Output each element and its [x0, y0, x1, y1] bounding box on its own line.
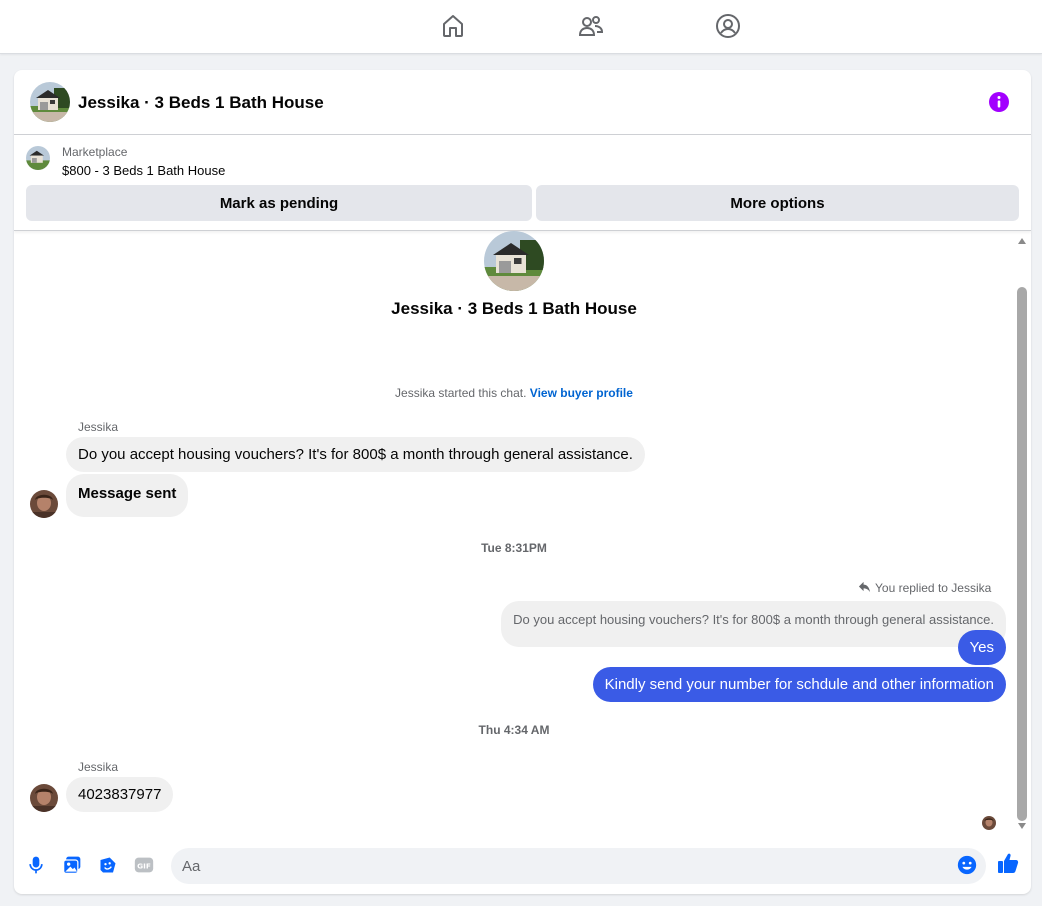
seen-avatar	[982, 816, 996, 830]
incoming-message[interactable]: 4023837977	[66, 777, 174, 812]
more-options-button[interactable]: More options	[536, 185, 1019, 221]
thread-avatar	[484, 231, 544, 291]
message-composer: GIF	[14, 841, 1031, 894]
like-icon[interactable]	[996, 851, 1020, 875]
view-buyer-profile-link[interactable]: View buyer profile	[530, 386, 633, 400]
info-icon[interactable]	[989, 92, 1009, 112]
friends-icon[interactable]	[576, 11, 606, 41]
timestamp: Tue 8:31PM	[481, 541, 547, 555]
message-thread: Jessika · 3 Beds 1 Bath House Jessika st…	[14, 231, 1014, 841]
outgoing-message[interactable]: Kindly send your number for schdule and …	[592, 667, 1006, 702]
chat-started-text: Jessika started this chat.	[395, 386, 527, 400]
marketplace-listing-bar: Marketplace $800 - 3 Beds 1 Bath House M…	[14, 135, 1031, 231]
top-navigation	[0, 0, 1042, 54]
profile-circle-icon[interactable]	[713, 11, 743, 41]
listing-price-title[interactable]: $800 - 3 Beds 1 Bath House	[62, 163, 225, 178]
gif-label: GIF	[137, 862, 151, 871]
avatar[interactable]	[30, 490, 58, 518]
gif-icon[interactable]: GIF	[132, 853, 156, 877]
home-icon[interactable]	[438, 11, 468, 41]
mark-as-pending-button[interactable]: Mark as pending	[26, 185, 532, 221]
scroll-down-arrow[interactable]	[1018, 823, 1026, 829]
chat-started-notice: Jessika started this chat. View buyer pr…	[14, 386, 1014, 400]
scroll-thumb[interactable]	[1017, 287, 1027, 821]
timestamp: Thu 4:34 AM	[478, 723, 550, 737]
message-input[interactable]	[171, 848, 951, 884]
thread-title: Jessika · 3 Beds 1 Bath House	[391, 299, 637, 318]
reply-indicator-text: You replied to Jessika	[875, 581, 992, 595]
reply-indicator: You replied to Jessika	[858, 580, 991, 596]
avatar[interactable]	[30, 784, 58, 812]
marketplace-label: Marketplace	[62, 145, 128, 159]
scroll-up-arrow[interactable]	[1018, 238, 1026, 244]
microphone-icon[interactable]	[24, 853, 48, 877]
outgoing-message[interactable]: Yes	[957, 630, 1006, 665]
incoming-message[interactable]: Message sent	[66, 474, 189, 517]
thread-scrollbar[interactable]	[1015, 235, 1029, 833]
listing-avatar[interactable]	[30, 82, 70, 122]
incoming-message[interactable]: Do you accept housing vouchers? It's for…	[66, 437, 645, 472]
sender-name: Jessika	[78, 760, 119, 774]
listing-thumbnail[interactable]	[26, 146, 50, 170]
chat-panel: Jessika · 3 Beds 1 Bath House Marketplac…	[14, 70, 1031, 894]
message-input-wrapper	[171, 848, 986, 884]
sticker-icon[interactable]	[96, 853, 120, 877]
chat-title[interactable]: Jessika · 3 Beds 1 Bath House	[78, 93, 324, 113]
chat-header: Jessika · 3 Beds 1 Bath House	[14, 70, 1031, 135]
image-icon[interactable]	[60, 853, 84, 877]
quoted-message[interactable]: Do you accept housing vouchers? It's for…	[501, 601, 1006, 647]
sender-name: Jessika	[78, 420, 119, 434]
reply-arrow-icon	[858, 580, 871, 596]
emoji-icon[interactable]	[956, 854, 980, 878]
